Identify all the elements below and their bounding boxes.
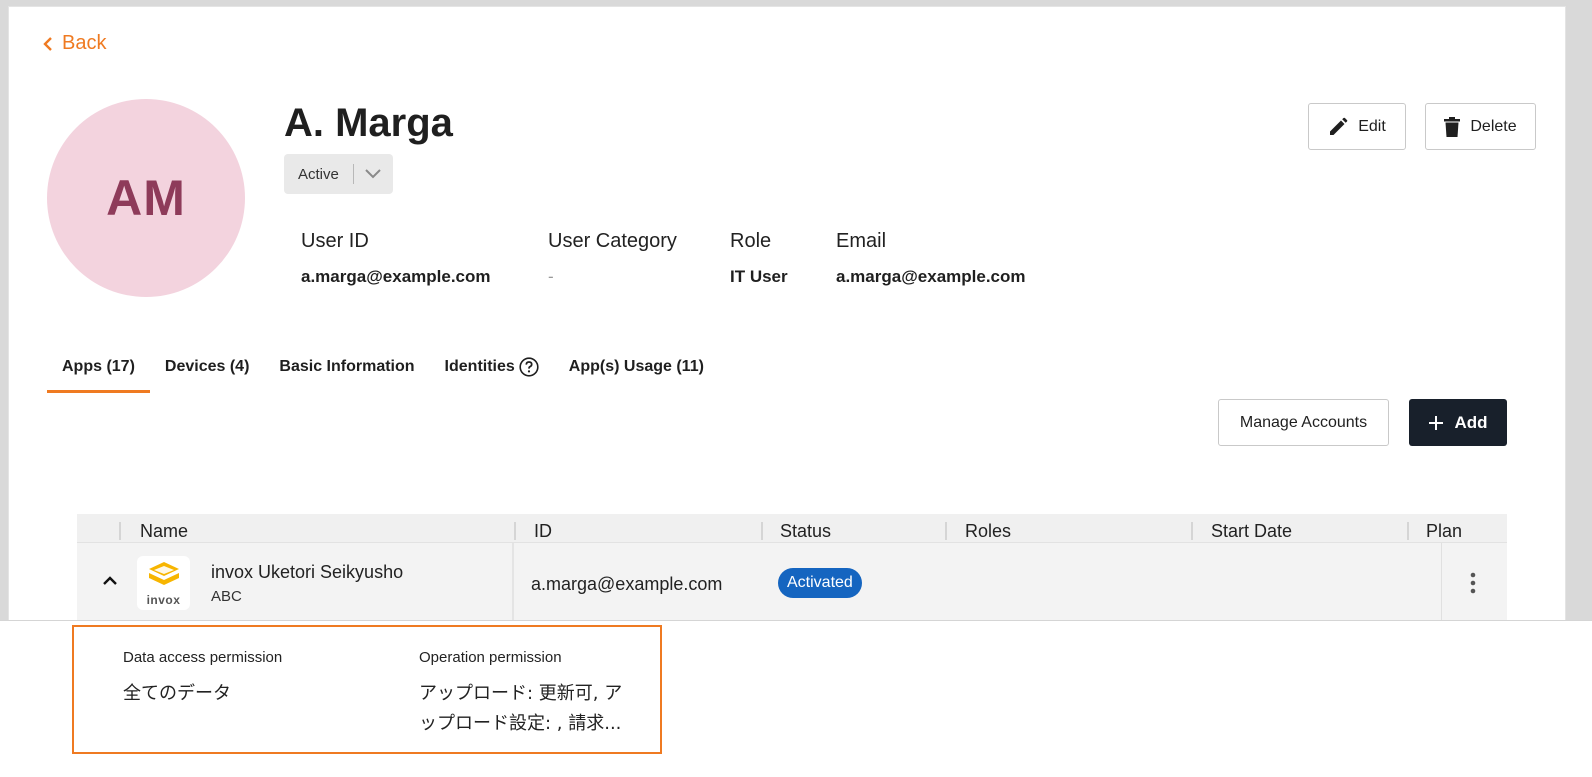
column-header-roles[interactable]: Roles	[965, 521, 1011, 542]
back-link[interactable]: Back	[42, 32, 106, 55]
permission-label: Data access permission	[123, 649, 283, 666]
tab-basic-information[interactable]: Basic Information	[264, 343, 429, 391]
detail-label: Role	[730, 230, 772, 252]
tab-devices[interactable]: Devices (4)	[150, 343, 265, 391]
pencil-icon	[1330, 117, 1348, 135]
permissions-panel: Data access permission 全てのデータ Operation …	[72, 625, 662, 754]
manage-accounts-label: Manage Accounts	[1239, 413, 1368, 431]
chevron-up-icon[interactable]	[101, 572, 119, 590]
tab-label: Apps (17)	[62, 358, 135, 375]
tab-label: Devices (4)	[164, 358, 250, 375]
tab-apps-usage[interactable]: App(s) Usage (11)	[554, 343, 719, 391]
add-label: Add	[1454, 412, 1488, 432]
permission-value-line: アップロード: 更新可, ア	[419, 683, 623, 704]
permission-label: Operation permission	[419, 649, 562, 666]
detail-value: a.marga@example.com	[836, 267, 1026, 286]
app-name: invox Uketori Seikyusho	[211, 562, 404, 582]
detail-user-category: User Category -	[548, 230, 677, 287]
column-header-id[interactable]: ID	[534, 521, 552, 542]
status-badge: Activated	[778, 568, 862, 598]
question-circle-icon[interactable]	[519, 357, 539, 377]
delete-button[interactable]: Delete	[1425, 103, 1536, 150]
column-divider	[512, 543, 514, 623]
more-vertical-icon[interactable]	[1461, 569, 1485, 597]
edit-label: Edit	[1358, 117, 1386, 135]
detail-user-id: User ID a.marga@example.com	[301, 230, 491, 287]
app-logo: invox	[137, 556, 190, 610]
column-divider	[761, 522, 763, 540]
edit-button[interactable]: Edit	[1308, 103, 1406, 150]
tab-label: Identities	[444, 358, 515, 375]
table-row[interactable]: invox invox Uketori Seikyusho ABC a.marg…	[77, 542, 1507, 624]
column-header-status[interactable]: Status	[780, 521, 831, 542]
data-access-permission: Data access permission 全てのデータ	[123, 649, 282, 709]
column-header-start-date[interactable]: Start Date	[1211, 521, 1292, 542]
delete-label: Delete	[1470, 117, 1517, 135]
tab-bar: Apps (17) Devices (4) Basic Information …	[47, 343, 719, 393]
detail-label: User Category	[548, 230, 677, 252]
column-divider	[119, 522, 121, 540]
operation-permission: Operation permission アップロード: 更新可, ア ップロー…	[419, 649, 622, 739]
tab-label: Basic Information	[279, 358, 415, 375]
detail-email: Email a.marga@example.com	[836, 230, 1026, 287]
status-dropdown[interactable]: Active	[284, 154, 393, 194]
tab-apps[interactable]: Apps (17)	[47, 343, 150, 393]
permission-value-line: ップロード設定: , 請求...	[419, 713, 622, 734]
tab-identities[interactable]: Identities	[430, 343, 554, 391]
detail-value: -	[548, 267, 554, 286]
invox-logo-icon	[148, 561, 179, 585]
detail-value: a.marga@example.com	[301, 267, 491, 286]
user-name: A. Marga	[284, 101, 453, 145]
detail-label: User ID	[301, 230, 369, 252]
column-divider	[945, 522, 947, 540]
trash-icon	[1444, 116, 1461, 137]
column-divider	[1441, 543, 1442, 623]
column-divider	[514, 522, 516, 540]
add-button[interactable]: Add	[1409, 399, 1507, 446]
app-org: ABC	[211, 588, 242, 605]
column-header-plan[interactable]: Plan	[1426, 521, 1462, 542]
manage-accounts-button[interactable]: Manage Accounts	[1218, 399, 1389, 446]
status-value: Active	[298, 165, 339, 183]
account-id: a.marga@example.com	[531, 574, 723, 594]
app-logo-text: invox	[146, 592, 181, 607]
back-label: Back	[62, 32, 107, 54]
detail-value: IT User	[730, 267, 788, 286]
chevron-down-icon	[354, 169, 392, 179]
table-header: Name ID Status Roles Start Date Plan	[77, 514, 1507, 542]
chevron-left-icon	[43, 36, 52, 51]
tab-label: App(s) Usage (11)	[568, 358, 704, 375]
column-divider	[1191, 522, 1193, 540]
avatar-initials: AM	[106, 170, 186, 226]
permission-value: 全てのデータ	[123, 683, 231, 704]
detail-role: Role IT User	[730, 230, 788, 287]
detail-label: Email	[836, 230, 887, 252]
column-header-name[interactable]: Name	[140, 521, 188, 542]
column-divider	[1407, 522, 1409, 540]
permission-value: アップロード: 更新可, ア ップロード設定: , 請求...	[419, 679, 622, 739]
avatar: AM	[47, 99, 245, 297]
plus-icon	[1429, 415, 1444, 430]
